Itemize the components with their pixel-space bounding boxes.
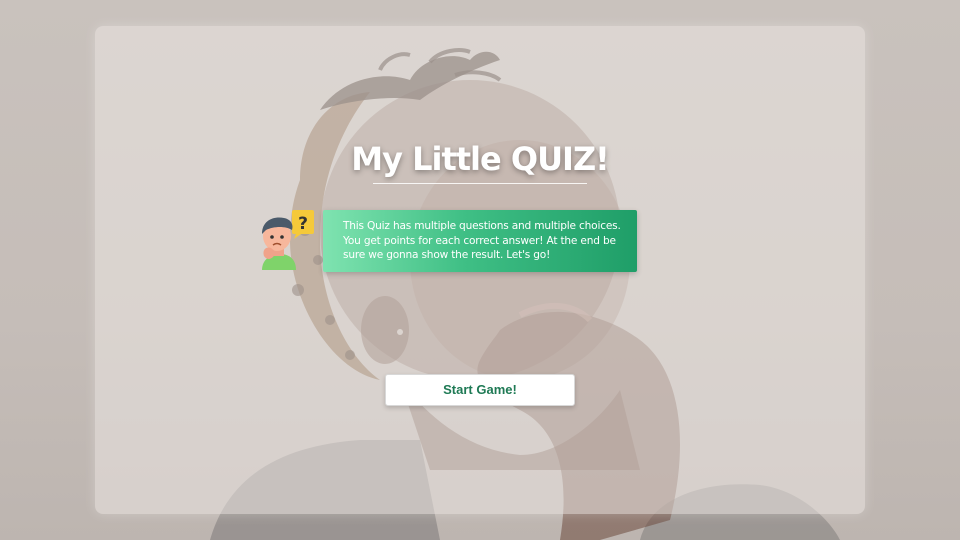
thinking-person-icon: ? <box>252 208 318 274</box>
svg-text:?: ? <box>298 214 308 234</box>
quiz-description-box: This Quiz has multiple questions and mul… <box>323 210 637 272</box>
title-underline <box>373 183 587 184</box>
page-title: My Little QUIZ! <box>351 140 610 178</box>
start-game-button[interactable]: Start Game! <box>385 374 575 406</box>
quiz-description-text: This Quiz has multiple questions and mul… <box>343 220 621 261</box>
